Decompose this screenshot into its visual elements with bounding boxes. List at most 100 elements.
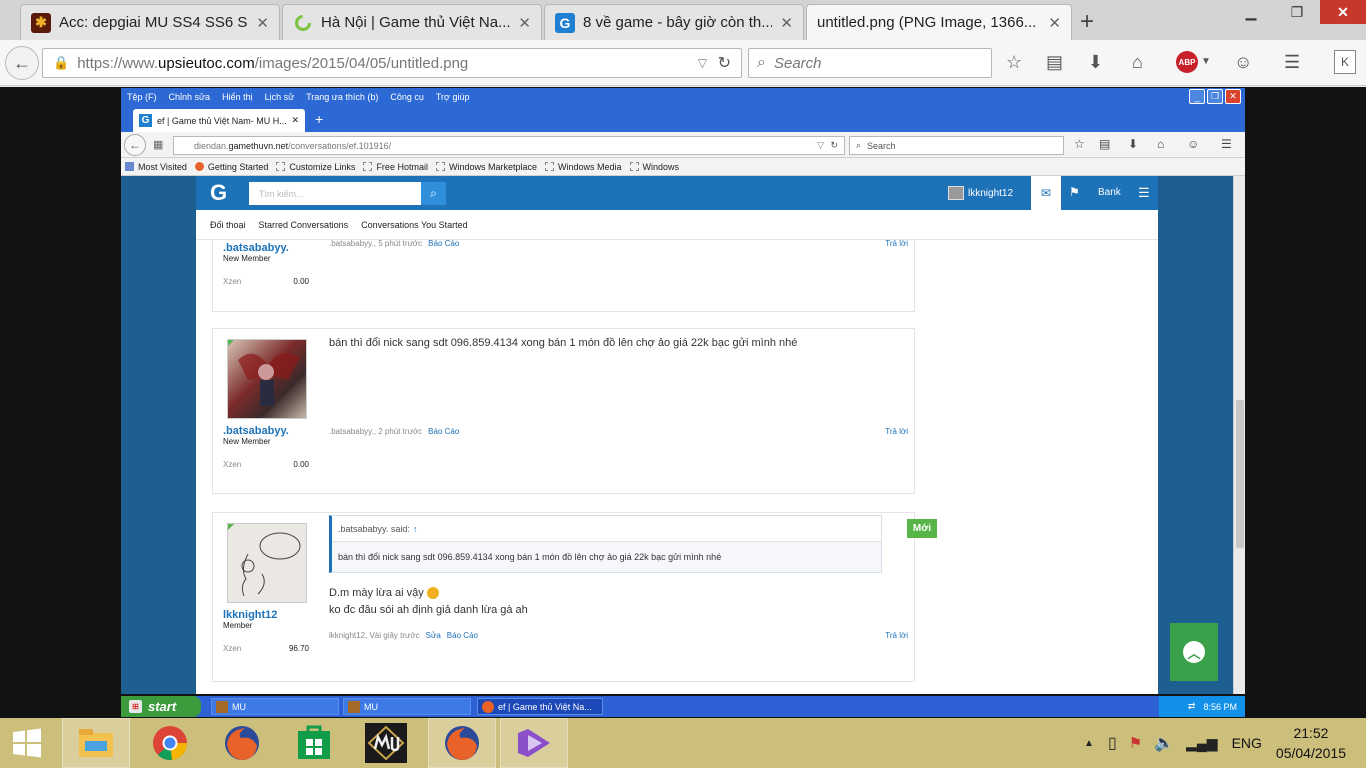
home-icon[interactable]: ⌂ — [1157, 137, 1164, 151]
report-link[interactable]: Báo Cáo — [447, 631, 478, 640]
bookmarks-menu-icon[interactable]: ▤ — [1099, 137, 1110, 151]
menu-icon[interactable]: ☰ — [1284, 52, 1300, 73]
bookmark-free-hotmail[interactable]: Free Hotmail — [363, 162, 428, 172]
chevron-down-icon[interactable]: ▼ — [1201, 56, 1211, 67]
downloads-icon[interactable]: ⬇ — [1088, 52, 1103, 73]
outer-tab-4[interactable]: untitled.png (PNG Image, 1366... ✕ — [806, 4, 1072, 40]
subnav-conversations[interactable]: Đối thoại — [210, 220, 246, 230]
back-arrow-icon[interactable]: ← — [124, 134, 146, 156]
network-error-icon[interactable]: ⚑ — [1129, 734, 1142, 752]
search-icon[interactable]: ⌕ — [421, 182, 446, 205]
close-tab-icon[interactable]: ✕ — [291, 115, 299, 126]
chrome-icon[interactable] — [136, 718, 204, 768]
windows-start-icon[interactable] — [12, 728, 42, 758]
file-explorer-icon[interactable] — [62, 718, 130, 768]
k-extension-icon[interactable]: K — [1334, 50, 1356, 74]
minimize-icon[interactable]: _ — [1189, 89, 1205, 104]
firefox-icon[interactable] — [208, 718, 276, 768]
menu-edit[interactable]: Chỉnh sửa — [169, 92, 211, 102]
new-tab-icon[interactable]: + — [315, 111, 323, 127]
downloads-icon[interactable]: ⬇ — [1128, 137, 1138, 151]
bookmark-windows[interactable]: Windows — [629, 162, 679, 172]
close-tab-icon[interactable]: ✕ — [780, 14, 793, 32]
bookmark-windows-marketplace[interactable]: Windows Marketplace — [435, 162, 537, 172]
reply-link[interactable]: Trả lời — [885, 427, 908, 436]
bookmark-customize-links[interactable]: Customize Links — [276, 162, 355, 172]
close-tab-icon[interactable]: ✕ — [1048, 14, 1061, 32]
menu-icon[interactable]: ☰ — [1221, 137, 1232, 151]
scrollbar-thumb[interactable] — [1236, 400, 1244, 548]
clock[interactable]: 21:52 05/04/2015 — [1276, 723, 1346, 763]
subnav-starred[interactable]: Starred Conversations — [259, 220, 349, 230]
menu-view[interactable]: Hiển thị — [222, 92, 253, 102]
chevron-up-icon[interactable]: ▲ — [1084, 738, 1094, 749]
signal-icon[interactable]: ▂▄▆ — [1186, 735, 1217, 752]
maximize-icon[interactable]: ❐ — [1207, 89, 1223, 104]
report-link[interactable]: Báo Cáo — [428, 427, 459, 436]
history-icon[interactable]: ▦ — [153, 138, 163, 151]
reload-icon[interactable]: ↻ — [718, 53, 731, 73]
volume-icon[interactable]: 🔈 — [1154, 733, 1174, 753]
search-input[interactable]: ⌕ Search — [849, 136, 1064, 155]
search-input[interactable]: ⌕ Search — [748, 48, 992, 78]
reply-link[interactable]: Trả lời — [885, 239, 908, 248]
bookmark-star-icon[interactable]: ☆ — [1074, 137, 1085, 151]
store-icon[interactable] — [280, 718, 348, 768]
close-tab-icon[interactable]: ✕ — [518, 14, 531, 32]
chat-icon[interactable]: ☺ — [1187, 137, 1199, 151]
outer-tab-2[interactable]: Hà Nội | Game thủ Việt Na... ✕ — [282, 4, 542, 40]
envelope-icon[interactable]: ✉ — [1031, 176, 1061, 210]
user-menu[interactable]: lkknight12 — [948, 176, 1013, 210]
reply-link[interactable]: Trả lời — [885, 631, 908, 640]
subnav-started[interactable]: Conversations You Started — [361, 220, 468, 230]
adblock-icon[interactable]: ABP — [1176, 51, 1198, 73]
menu-file[interactable]: Tệp (F) — [127, 92, 157, 102]
outer-tab-1[interactable]: ✱ Acc: depgiai MU SS4 SS6 S... ✕ — [20, 4, 280, 40]
firefox-icon[interactable] — [428, 718, 496, 768]
taskbar-item-forum[interactable]: ef | Game thủ Việt Na... — [477, 698, 603, 715]
reload-icon[interactable]: ↻ — [830, 140, 838, 151]
bookmark-windows-media[interactable]: Windows Media — [544, 162, 622, 172]
g-logo-icon[interactable]: G — [210, 180, 234, 205]
bank-link[interactable]: Bank — [1098, 187, 1121, 198]
inner-tab[interactable]: G ef | Game thủ Việt Nam- MU H... ✕ — [133, 109, 305, 132]
minimize-icon[interactable]: ▁ — [1228, 0, 1274, 24]
battery-icon[interactable]: ▯ — [1108, 733, 1117, 753]
close-window-icon[interactable]: ✕ — [1225, 89, 1241, 104]
bookmark-star-icon[interactable]: ☆ — [1006, 52, 1022, 73]
post-username[interactable]: .batsababyy. — [223, 242, 311, 254]
post-username[interactable]: .batsababyy. — [223, 425, 311, 437]
flag-icon[interactable]: ⚑ — [1069, 185, 1080, 199]
taskbar-item-mu-1[interactable]: MU — [211, 698, 339, 715]
menu-history[interactable]: Lịch sử — [265, 92, 295, 102]
dropdown-arrow-icon[interactable]: ▽ — [698, 56, 707, 70]
home-icon[interactable]: ⌂ — [1132, 52, 1143, 73]
forum-search-input[interactable]: Tìm kiếm... — [249, 182, 421, 205]
menu-tools[interactable]: Công cụ — [390, 92, 424, 102]
outer-tab-3[interactable]: G 8 về game - bây giờ còn th... ✕ — [544, 4, 804, 40]
menu-icon[interactable]: ☰ — [1138, 185, 1150, 201]
bookmark-most-visited[interactable]: Most Visited — [125, 162, 187, 172]
quote-jump-icon[interactable]: ↑ — [413, 524, 418, 534]
bookmarks-menu-icon[interactable]: ▤ — [1046, 52, 1063, 73]
maximize-icon[interactable]: ❐ — [1274, 0, 1320, 24]
bookmark-getting-started[interactable]: Getting Started — [194, 162, 268, 172]
start-button[interactable]: ⊞ start — [121, 696, 201, 717]
post-username[interactable]: lkknight12 — [223, 609, 311, 621]
dropdown-arrow-icon[interactable]: ▽ — [817, 140, 824, 151]
chat-icon[interactable]: ☺ — [1234, 52, 1252, 73]
close-window-icon[interactable]: ✕ — [1320, 0, 1366, 24]
url-bar[interactable]: 🔒 https://www. upsieutoc.com/images/2015/… — [42, 48, 742, 78]
close-tab-icon[interactable]: ✕ — [256, 14, 269, 32]
scroll-to-top-button[interactable]: ︿ — [1170, 623, 1218, 681]
taskbar-item-mu-2[interactable]: MU — [343, 698, 471, 715]
inner-scrollbar[interactable] — [1233, 176, 1245, 694]
new-tab-icon[interactable]: + — [1080, 8, 1094, 36]
report-link[interactable]: Báo Cáo — [428, 239, 459, 248]
back-arrow-icon[interactable]: ← — [5, 46, 39, 80]
language-indicator[interactable]: ENG — [1232, 735, 1262, 751]
menu-help[interactable]: Trợ giúp — [436, 92, 470, 102]
edit-link[interactable]: Sửa — [426, 631, 441, 640]
url-bar[interactable]: diendan. gamethuvn.net/conversations/ef.1… — [173, 136, 845, 155]
menu-bookmarks[interactable]: Trang ưa thích (b) — [306, 92, 378, 102]
